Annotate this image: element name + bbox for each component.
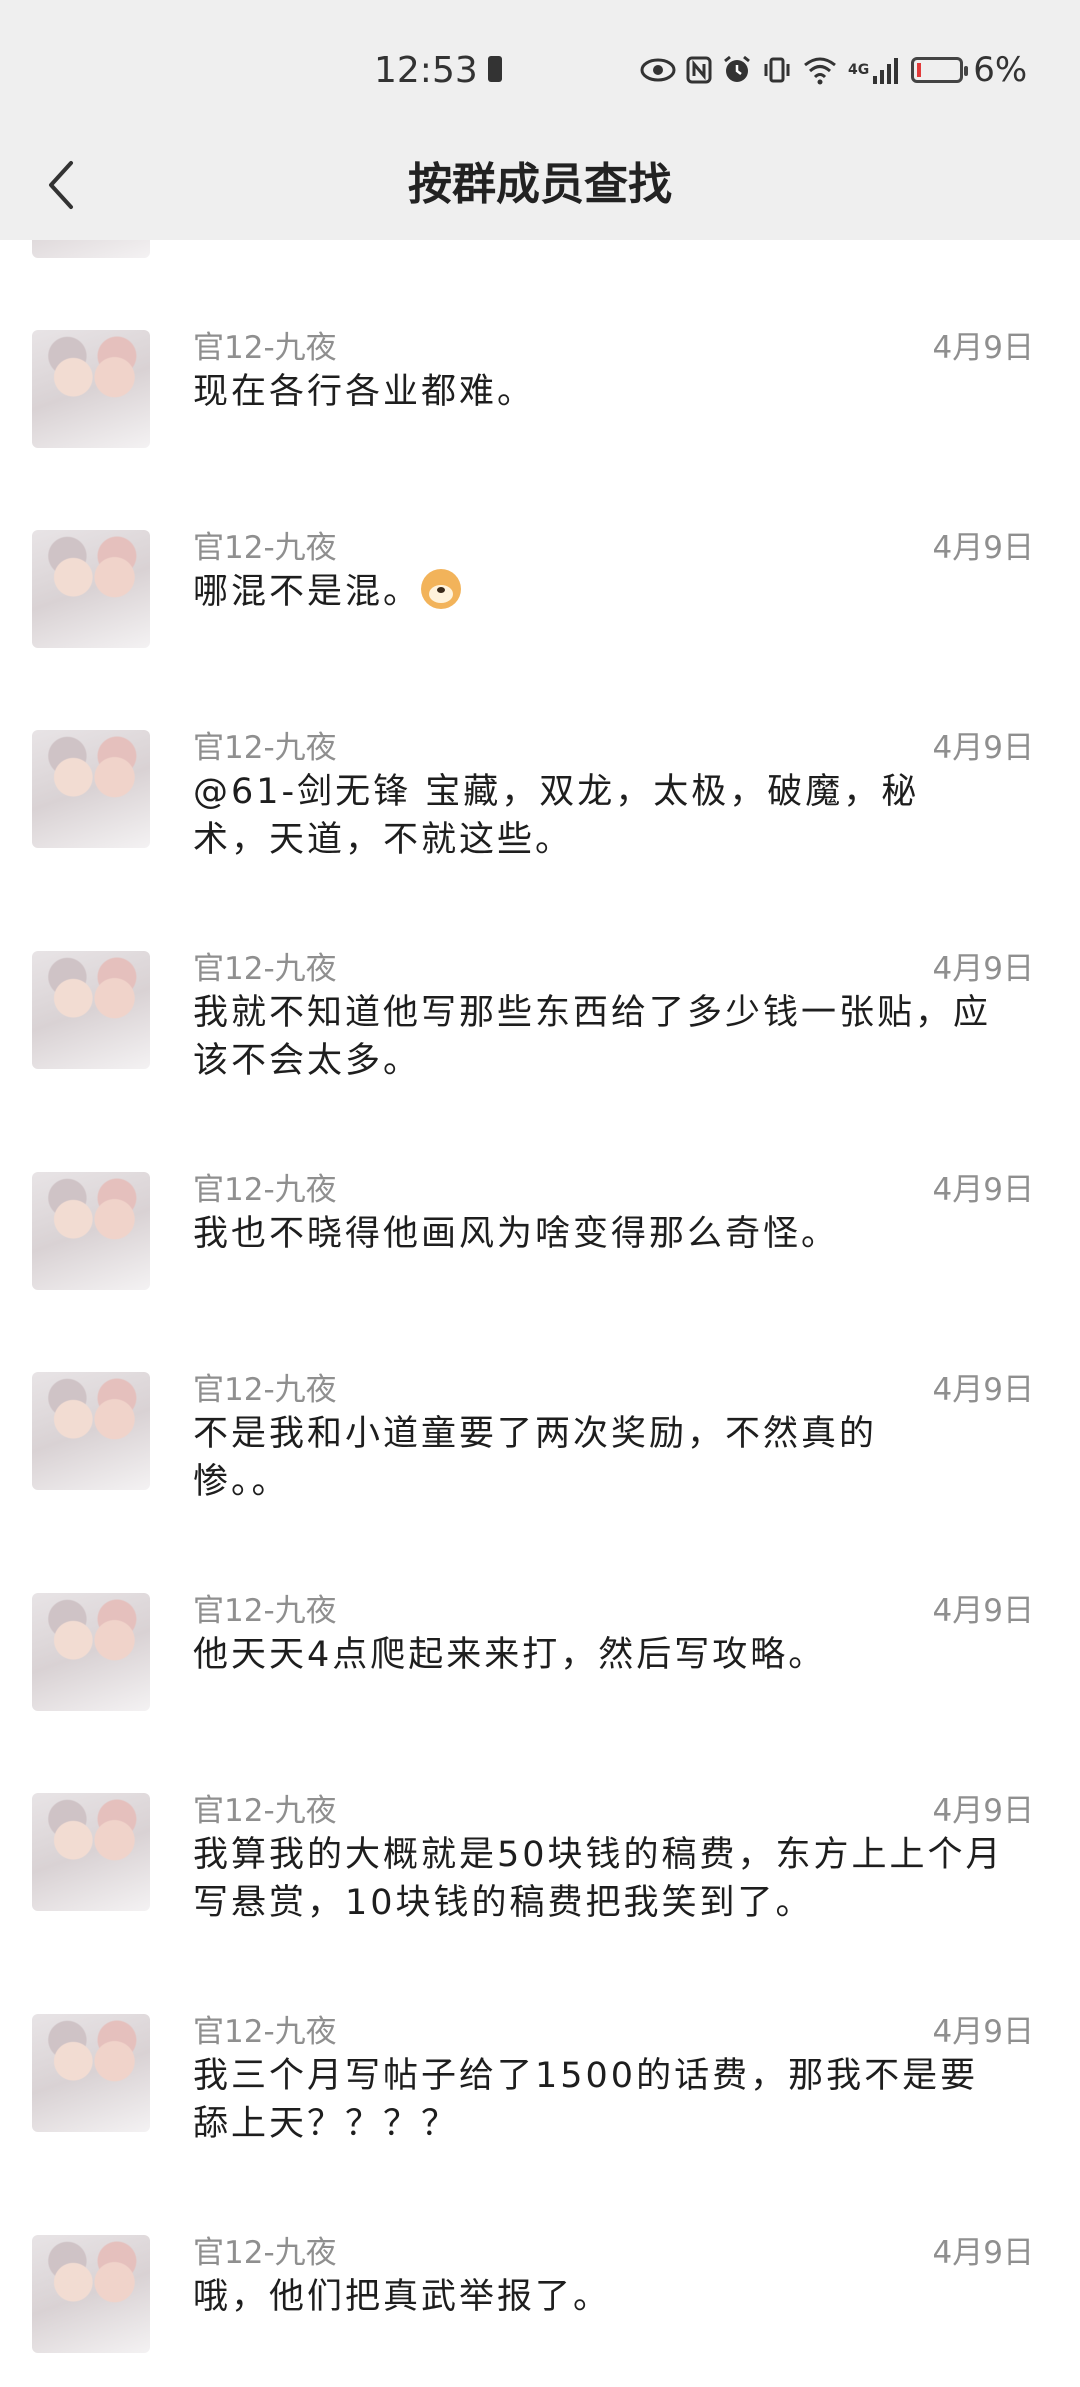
avatar[interactable] xyxy=(32,1593,150,1711)
message-text: 不是我和小道童要了两次奖励，不然真的惨。。 xyxy=(193,1414,878,1502)
alarm-icon xyxy=(722,55,752,85)
message-date: 4月9日 xyxy=(932,330,1034,366)
message-text: 现在各行各业都难。 xyxy=(193,372,536,412)
avatar[interactable] xyxy=(32,1172,150,1290)
wifi-icon xyxy=(802,55,838,85)
avatar[interactable] xyxy=(32,530,150,648)
message-date: 4月9日 xyxy=(932,1372,1034,1408)
sender-name: 官12-九夜 xyxy=(193,1172,337,1208)
sender-name: 官12-九夜 xyxy=(193,2014,337,2050)
sender-name: 官12-九夜 xyxy=(193,951,337,987)
message-date: 4月9日 xyxy=(932,2014,1034,2050)
avatar[interactable] xyxy=(32,2014,150,2132)
network-label: 4G xyxy=(848,62,870,78)
sender-name: 官12-九夜 xyxy=(193,530,337,566)
top-bar: 12:53 4G 6% 按群成员查找 xyxy=(0,0,1080,240)
battery-percent: 6% xyxy=(973,50,1028,90)
nav-bar: 按群成员查找 xyxy=(0,140,1080,240)
avatar[interactable] xyxy=(32,730,150,848)
avatar[interactable] xyxy=(32,951,150,1069)
sender-name: 官12-九夜 xyxy=(193,2235,337,2271)
message-text: 我三个月写帖子给了1500的话费，那我不是要舔上天？？？？ xyxy=(193,2056,979,2144)
message-text: 我就不知道他写那些东西给了多少钱一张贴，应该不会太多。 xyxy=(193,993,992,1081)
message-text: 他天天4点爬起来来打，然后写攻略。 xyxy=(193,1635,827,1675)
message-text: 哪混不是混。 xyxy=(193,568,1013,616)
message-text: 哦，他们把真武举报了。 xyxy=(193,2277,612,2317)
avatar[interactable] xyxy=(32,240,150,258)
signal-icon: 4G xyxy=(848,56,901,84)
status-time: 12:53 xyxy=(374,50,478,91)
status-icons: 4G 6% xyxy=(640,48,1027,92)
vibrate-icon xyxy=(762,55,792,85)
battery-icon xyxy=(911,57,969,83)
avatar[interactable] xyxy=(32,2235,150,2353)
nfc-icon xyxy=(686,56,712,84)
eye-icon xyxy=(640,58,676,82)
avatar[interactable] xyxy=(32,1372,150,1490)
message-date: 4月9日 xyxy=(932,730,1034,766)
message-date: 4月9日 xyxy=(932,1593,1034,1629)
message-text-content: 哪混不是混。 xyxy=(193,572,422,612)
message-date: 4月9日 xyxy=(932,530,1034,566)
sender-name: 官12-九夜 xyxy=(193,1372,337,1408)
sender-name: 官12-九夜 xyxy=(193,730,337,766)
message-list[interactable]: 官12-九夜 4月9日 现在各行各业都难。 官12-九夜 4月9日 哪混不是混。… xyxy=(0,240,1080,2387)
page-title: 按群成员查找 xyxy=(408,159,672,210)
sender-name: 官12-九夜 xyxy=(193,330,337,366)
sender-name: 官12-九夜 xyxy=(193,1793,337,1829)
avatar[interactable] xyxy=(32,330,150,448)
sender-name: 官12-九夜 xyxy=(193,1593,337,1629)
message-date: 4月9日 xyxy=(932,1172,1034,1208)
message-text: 我算我的大概就是50块钱的稿费，东方上上个月写悬赏，10块钱的稿费把我笑到了。 xyxy=(193,1835,1004,1923)
message-text: @61-剑无锋 宝藏，双龙，太极，破魔，秘术，天道，不就这些。 xyxy=(193,772,920,860)
status-bar: 12:53 4G 6% xyxy=(0,0,1080,145)
message-date: 4月9日 xyxy=(932,2235,1034,2271)
dog-emoji-icon xyxy=(421,569,462,609)
message-text: 我也不晓得他画风为啥变得那么奇怪。 xyxy=(193,1214,840,1254)
message-date: 4月9日 xyxy=(932,951,1034,987)
message-date: 4月9日 xyxy=(932,1793,1034,1829)
battery-saver-icon xyxy=(488,56,502,82)
avatar[interactable] xyxy=(32,1793,150,1911)
